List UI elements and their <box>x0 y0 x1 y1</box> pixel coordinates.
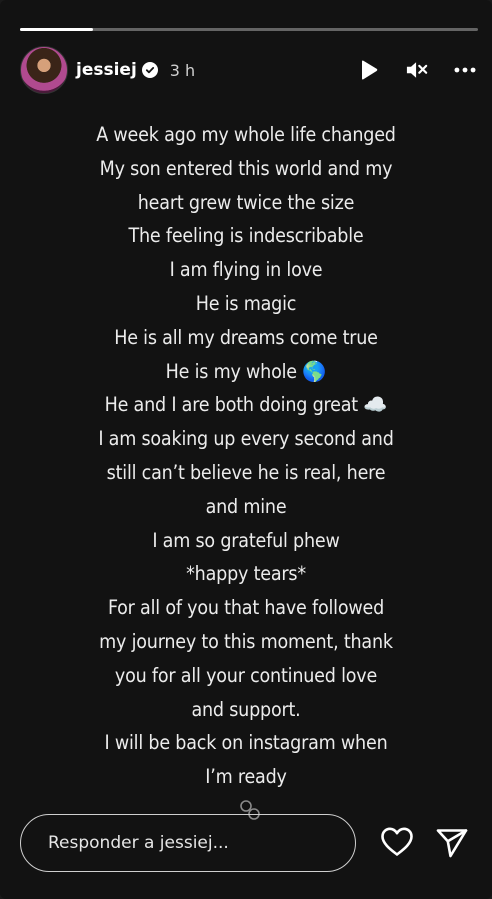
story-text-line: and mine <box>205 494 287 518</box>
story-text-line: you for all your continued love <box>114 663 378 687</box>
mute-icon <box>406 62 428 78</box>
story-text-line: I am soaking up every second and <box>98 427 394 451</box>
story-text-line: My son entered this world and my <box>99 156 393 180</box>
share-button[interactable] <box>435 827 469 859</box>
username[interactable]: jessiej <box>76 60 137 80</box>
story-text: A week ago my whole life changed My son … <box>60 118 432 794</box>
play-icon <box>362 60 378 80</box>
story-text-line: He is my whole 🌎 <box>165 359 327 383</box>
post-time: 3 h <box>169 60 196 80</box>
story-text-line: For all of you that have followed <box>107 596 385 620</box>
story-text-line: I will be back on instagram when <box>104 731 388 755</box>
play-button[interactable] <box>358 59 380 81</box>
story-text-line: still can’t believe he is real, here <box>106 460 386 484</box>
more-options-icon <box>454 67 476 73</box>
story-text-line: and support. <box>191 697 301 721</box>
story-progress-fill <box>20 28 94 31</box>
reply-input[interactable]: Responder a jessiej... <box>20 814 356 872</box>
reply-placeholder: Responder a jessiej... <box>48 833 229 853</box>
verified-badge-icon <box>141 62 158 78</box>
story-header: jessiej 3 h <box>20 46 476 94</box>
heart-icon <box>381 827 413 856</box>
send-icon <box>436 829 468 858</box>
story-text-line: my journey to this moment, thank <box>99 629 393 653</box>
story-text-line: A week ago my whole life changed <box>96 123 396 146</box>
avatar[interactable] <box>20 46 68 94</box>
story-controls <box>358 59 476 81</box>
story-text-line: I’m ready <box>205 765 287 789</box>
story-text-line: He is magic <box>195 291 297 315</box>
story-viewer: jessiej 3 h A week ago my whole life cha… <box>0 0 492 899</box>
more-options-button[interactable] <box>454 59 476 81</box>
story-text-line: He and I are both doing great ☁️ <box>104 393 388 417</box>
story-text-line: *happy tears* <box>186 562 306 586</box>
story-text-line: I am flying in love <box>169 258 323 282</box>
story-progress-bar <box>20 28 478 31</box>
like-button[interactable] <box>380 826 414 858</box>
story-text-line: heart grew twice the size <box>137 190 355 214</box>
story-text-line: I am so grateful phew <box>152 528 340 552</box>
mute-button[interactable] <box>406 59 428 81</box>
story-text-line: He is all my dreams come true <box>114 325 378 349</box>
story-text-line: The feeling is indescribable <box>128 224 364 248</box>
